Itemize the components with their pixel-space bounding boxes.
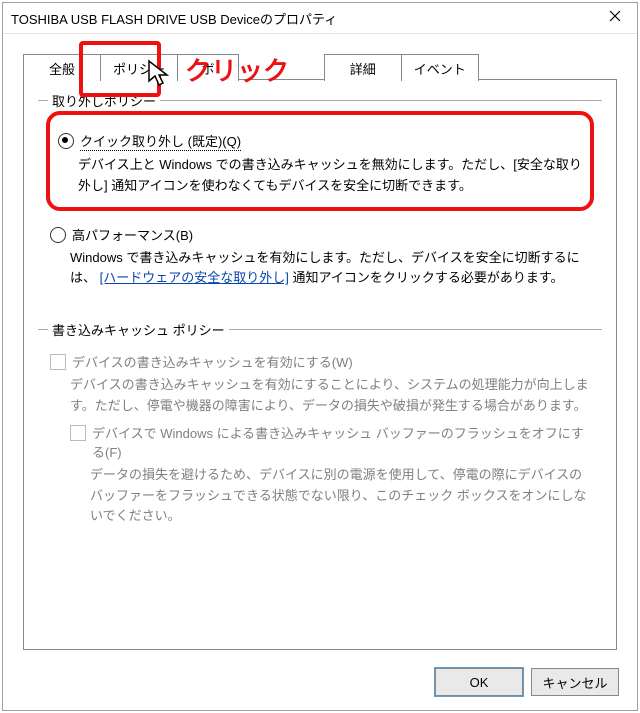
group-write-cache-legend: 書き込みキャッシュ ポリシー — [48, 320, 229, 339]
tab-policy-label: ポリシー — [113, 59, 165, 78]
group-removal-legend: 取り外しポリシー — [48, 91, 160, 110]
radio-high-performance[interactable] — [50, 227, 66, 243]
group-removal-policy: 取り外しポリシー クイック取り外し (既定)(Q) デバイス上と Windows… — [38, 100, 602, 305]
close-icon — [609, 9, 621, 27]
check-disable-flush — [70, 425, 86, 441]
radio-high-performance-desc: Windows で書き込みキャッシュを有効にします。ただし、デバイスを安全に切断… — [70, 248, 590, 290]
radio-high-performance-label[interactable]: 高パフォーマンス(B) — [72, 225, 193, 244]
close-button[interactable] — [593, 3, 637, 33]
ok-button-label: OK — [470, 675, 489, 690]
tab-strip: 全般 ポリシー ボ ドライバー 詳細 イベント — [3, 54, 637, 81]
tab-general[interactable]: 全般 — [23, 54, 101, 81]
titlebar: TOSHIBA USB FLASH DRIVE USB Deviceのプロパティ — [3, 3, 637, 34]
tab-policy-panel: 取り外しポリシー クイック取り外し (既定)(Q) デバイス上と Windows… — [23, 79, 617, 650]
tab-details[interactable]: 詳細 — [324, 54, 402, 81]
button-bar: OK キャンセル — [435, 668, 619, 696]
check-enable-write-cache — [50, 354, 66, 370]
cancel-button-label: キャンセル — [542, 673, 607, 692]
tab-details-label: 詳細 — [350, 59, 376, 78]
perf-desc-after: 通知アイコンをクリックする必要があります。 — [293, 270, 564, 285]
group-write-cache: 書き込みキャッシュ ポリシー デバイスの書き込みキャッシュを有効にする(W) デ… — [38, 329, 602, 539]
radio-quick-removal[interactable] — [58, 133, 74, 149]
check-enable-write-cache-label: デバイスの書き込みキャッシュを有効にする(W) — [72, 352, 353, 371]
check-enable-write-cache-desc: デバイスの書き込みキャッシュを有効にすることにより、システムの処理能力が向上しま… — [70, 375, 590, 417]
annotation-radio-highlight: クイック取り外し (既定)(Q) デバイス上と Windows での書き込みキャ… — [46, 111, 594, 211]
properties-window: TOSHIBA USB FLASH DRIVE USB Deviceのプロパティ… — [2, 2, 638, 711]
check-disable-flush-desc: データの損失を避けるため、デバイスに別の電源を使用して、停電の際にデバイスのバッ… — [90, 465, 590, 527]
tab-events[interactable]: イベント — [401, 54, 479, 81]
tab-events-label: イベント — [414, 59, 466, 78]
radio-quick-removal-desc: デバイス上と Windows での書き込みキャッシュを無効にします。ただし、[安… — [78, 155, 582, 197]
tab-general-label: 全般 — [49, 59, 75, 78]
check-disable-flush-label: デバイスで Windows による書き込みキャッシュ バッファーのフラッシュをオ… — [92, 423, 590, 461]
tab-policy[interactable]: ポリシー — [100, 54, 178, 81]
radio-quick-removal-label[interactable]: クイック取り外し (既定)(Q) — [80, 131, 241, 151]
tab-volumes-label: ボ — [201, 59, 214, 78]
ok-button[interactable]: OK — [435, 668, 523, 696]
window-title: TOSHIBA USB FLASH DRIVE USB Deviceのプロパティ — [11, 9, 593, 28]
safe-removal-link[interactable]: [ハードウェアの安全な取り外し] — [100, 270, 289, 285]
cancel-button[interactable]: キャンセル — [531, 668, 619, 696]
tab-volumes[interactable]: ボ — [177, 54, 239, 81]
